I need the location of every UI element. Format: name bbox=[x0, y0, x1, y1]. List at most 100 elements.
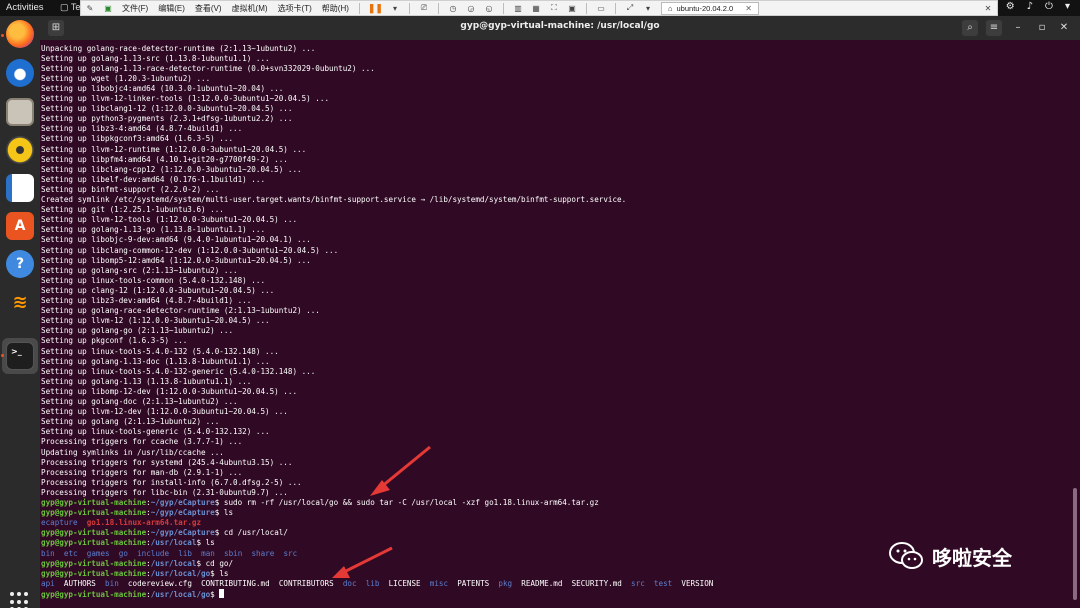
output-line-text: Setting up golang-go (2:1.13~1ubuntu2) .… bbox=[41, 326, 234, 336]
menu-edit[interactable]: 编辑(E) bbox=[158, 3, 185, 14]
console-view-icon[interactable]: ▭ bbox=[595, 2, 607, 14]
minimize-icon[interactable]: – bbox=[1010, 20, 1026, 36]
pause-icon[interactable]: ❚❚ bbox=[368, 3, 383, 14]
menu-tabs[interactable]: 选项卡(T) bbox=[278, 3, 312, 14]
output-line-text: Setting up libobjc4:amd64 (10.3.0-1ubunt… bbox=[41, 83, 284, 93]
ls-entry-dir: doc bbox=[342, 578, 357, 588]
output-line: Setting up golang-doc (2:1.13~1ubuntu2) … bbox=[41, 397, 238, 407]
prompt-command: cd go/ bbox=[205, 558, 234, 568]
output-line-text: Setting up libobjc-9-dev:amd64 (9.4.0-1u… bbox=[41, 235, 311, 245]
fullscreen-icon[interactable]: ⛶ bbox=[548, 2, 560, 14]
ls-entry-dir: etc bbox=[63, 548, 78, 558]
ls-entry-dir: src bbox=[631, 578, 645, 588]
ls-entry-file: CONTRIBUTING.md bbox=[201, 578, 270, 588]
show-applications-icon[interactable] bbox=[10, 592, 30, 608]
ubuntu-software-icon[interactable]: A bbox=[6, 212, 34, 240]
menu-view[interactable]: 查看(V) bbox=[195, 3, 222, 14]
output-line-text: Setting up libclang1-12 (1:12.0.0-3ubunt… bbox=[41, 104, 293, 114]
close-window-icon[interactable]: ✕ bbox=[1056, 20, 1072, 36]
volume-icon[interactable]: ♪ bbox=[1027, 1, 1033, 12]
ls-entry-dir: test bbox=[653, 578, 673, 588]
power-icon[interactable]: ⏻ bbox=[1045, 1, 1053, 12]
output-line: Processing triggers for libc-bin (2.31-0… bbox=[41, 488, 288, 498]
output-line-text: Setting up golang-1.13-go (1.13.8-1ubunt… bbox=[41, 225, 266, 235]
thumbnail-icon[interactable]: ▦ bbox=[530, 2, 542, 14]
search-icon[interactable]: ⌕ bbox=[962, 20, 978, 36]
output-line-text: Setting up linux-tools-5.4.0-132-generic… bbox=[41, 366, 316, 376]
rhythmbox-icon[interactable] bbox=[6, 136, 34, 164]
terminal-header-bar: ⊞ gyp@gyp-virtual-machine: /usr/local/go… bbox=[40, 16, 1080, 40]
pin-icon[interactable]: ✎ bbox=[84, 2, 96, 14]
send-ctrl-alt-del-icon[interactable]: ⎚ bbox=[418, 2, 430, 14]
output-line-text: Setting up golang-race-detector-runtime … bbox=[41, 306, 320, 316]
output-line: Setting up llvm-12-linker-tools (1:12.0.… bbox=[41, 94, 329, 104]
snapshot-manager-icon[interactable]: ◵ bbox=[483, 2, 495, 14]
dropdown-icon[interactable]: ▾ bbox=[642, 2, 654, 14]
prompt-line: gyp@gyp-virtual-machine:~/gyp/eCapture$ … bbox=[41, 508, 234, 518]
menu-help[interactable]: 帮助(H) bbox=[322, 3, 349, 14]
terminal-icon[interactable]: >_ bbox=[6, 342, 34, 370]
stretch-icon[interactable]: ⤢ bbox=[624, 2, 636, 14]
ls-entry-dir: lib bbox=[365, 578, 380, 588]
revert-snapshot-icon[interactable]: ◶ bbox=[465, 2, 477, 14]
output-line-text: Setting up llvm-12-runtime (1:12.0.0-3ub… bbox=[41, 144, 307, 154]
libreoffice-writer-icon[interactable] bbox=[6, 174, 34, 202]
output-line: Setting up libz3-4:amd64 (4.8.7-4build1)… bbox=[41, 124, 242, 134]
output-line: Setting up golang-1.13-go (1.13.8-1ubunt… bbox=[41, 225, 265, 235]
files-icon[interactable] bbox=[6, 98, 34, 126]
prompt-path: /usr/local/go bbox=[150, 589, 211, 599]
terminal-scrollbar[interactable] bbox=[1073, 488, 1077, 600]
output-line-text: Setting up libz3-dev:amd64 (4.8.7-4build… bbox=[41, 296, 252, 305]
system-tray[interactable]: ⚙ ♪ ⏻ ▾ bbox=[1006, 1, 1070, 12]
dropdown-icon[interactable]: ▾ bbox=[389, 2, 401, 14]
ls-entry-dir: bin bbox=[41, 548, 55, 558]
output-line: Setting up llvm-12-tools (1:12.0.0-3ubun… bbox=[41, 215, 297, 225]
output-line-text: Setting up git (1:2.25.1-1ubuntu3.6) ... bbox=[41, 205, 224, 215]
wechat-logo-icon bbox=[889, 542, 923, 569]
output-line-text: Processing triggers for man-db (2.9.1-1)… bbox=[41, 467, 243, 477]
sidebar-toggle-icon[interactable]: ▥ bbox=[512, 2, 524, 14]
home-icon: ⌂ bbox=[667, 3, 673, 13]
output-line-text: Updating symlinks in /usr/lib/ccache ... bbox=[41, 447, 224, 457]
output-line-text: Setting up golang-1.13-doc (1.13.8-1ubun… bbox=[41, 356, 270, 366]
activities-button[interactable]: Activities bbox=[6, 2, 43, 13]
output-line: Setting up golang-1.13 (1.13.8-1ubuntu1.… bbox=[41, 377, 251, 387]
close-icon[interactable]: ✕ bbox=[745, 4, 752, 13]
sublime-text-icon[interactable]: ≋ bbox=[6, 288, 34, 316]
output-line-text: Setting up libclang-cpp12 (1:12.0.0-3ubu… bbox=[41, 164, 302, 174]
toolbar-divider bbox=[585, 2, 587, 14]
output-line-text: Setting up golang-1.13 (1.13.8-1ubuntu1.… bbox=[41, 376, 252, 386]
output-line-text: Setting up libelf-dev:amd64 (0.176-1.1bu… bbox=[41, 174, 266, 184]
chevron-down-icon[interactable]: ▾ bbox=[1065, 1, 1070, 12]
hamburger-menu-icon[interactable]: ≡ bbox=[986, 20, 1002, 36]
prompt-user-host: gyp@gyp-virtual-machine bbox=[41, 528, 147, 538]
output-line: Setting up golang-race-detector-runtime … bbox=[41, 306, 320, 316]
network-icon[interactable]: ⚙ bbox=[1006, 1, 1015, 12]
toolbar-divider bbox=[408, 2, 410, 14]
snapshot-icon[interactable]: ◷ bbox=[447, 2, 459, 14]
ubuntu-dock: A ? ≋ >_ bbox=[0, 16, 40, 608]
firefox-icon[interactable] bbox=[6, 20, 34, 48]
output-line-text: Setting up binfmt-support (2.2.0-2) ... bbox=[41, 184, 220, 194]
close-toolbar-icon[interactable]: ✕ bbox=[982, 2, 994, 14]
menu-vm[interactable]: 虚拟机(M) bbox=[232, 3, 268, 14]
taskbar-terminal-text: Te bbox=[70, 2, 81, 12]
output-line: Setting up libomp5-12:amd64 (1:12.0.0-3u… bbox=[41, 256, 311, 266]
output-line: Unpacking golang-race-detector-runtime (… bbox=[41, 44, 315, 54]
vmware-logo-icon: ▣ bbox=[104, 3, 112, 13]
vm-tab[interactable]: ⌂ ubuntu-20.04.2.0 ✕ bbox=[660, 1, 759, 15]
taskbar-terminal-label[interactable]: ▢ Te bbox=[60, 2, 80, 13]
output-line-text: Setting up pkgconf (1.6.3-5) ... bbox=[41, 336, 188, 346]
output-line-text: Setting up linux-tools-common (5.4.0-132… bbox=[41, 275, 266, 285]
ls-entry-dir: sbin bbox=[224, 548, 243, 558]
prompt-line: gyp@gyp-virtual-machine:/usr/local/go$ bbox=[41, 588, 225, 600]
maximize-icon[interactable]: ▫ bbox=[1034, 20, 1050, 36]
ls-entry-dir: games bbox=[86, 548, 110, 558]
help-icon[interactable]: ? bbox=[6, 250, 34, 278]
menu-file[interactable]: 文件(F) bbox=[122, 3, 148, 14]
output-line: Setting up libz3-dev:amd64 (4.8.7-4build… bbox=[41, 296, 251, 306]
prompt-line: gyp@gyp-virtual-machine:/usr/local/go$ l… bbox=[41, 568, 229, 578]
output-line-text: Setting up clang-12 (1:12.0.0-3ubuntu1~2… bbox=[41, 285, 275, 295]
thunderbird-icon[interactable] bbox=[6, 59, 34, 87]
unity-icon[interactable]: ▣ bbox=[566, 2, 578, 14]
